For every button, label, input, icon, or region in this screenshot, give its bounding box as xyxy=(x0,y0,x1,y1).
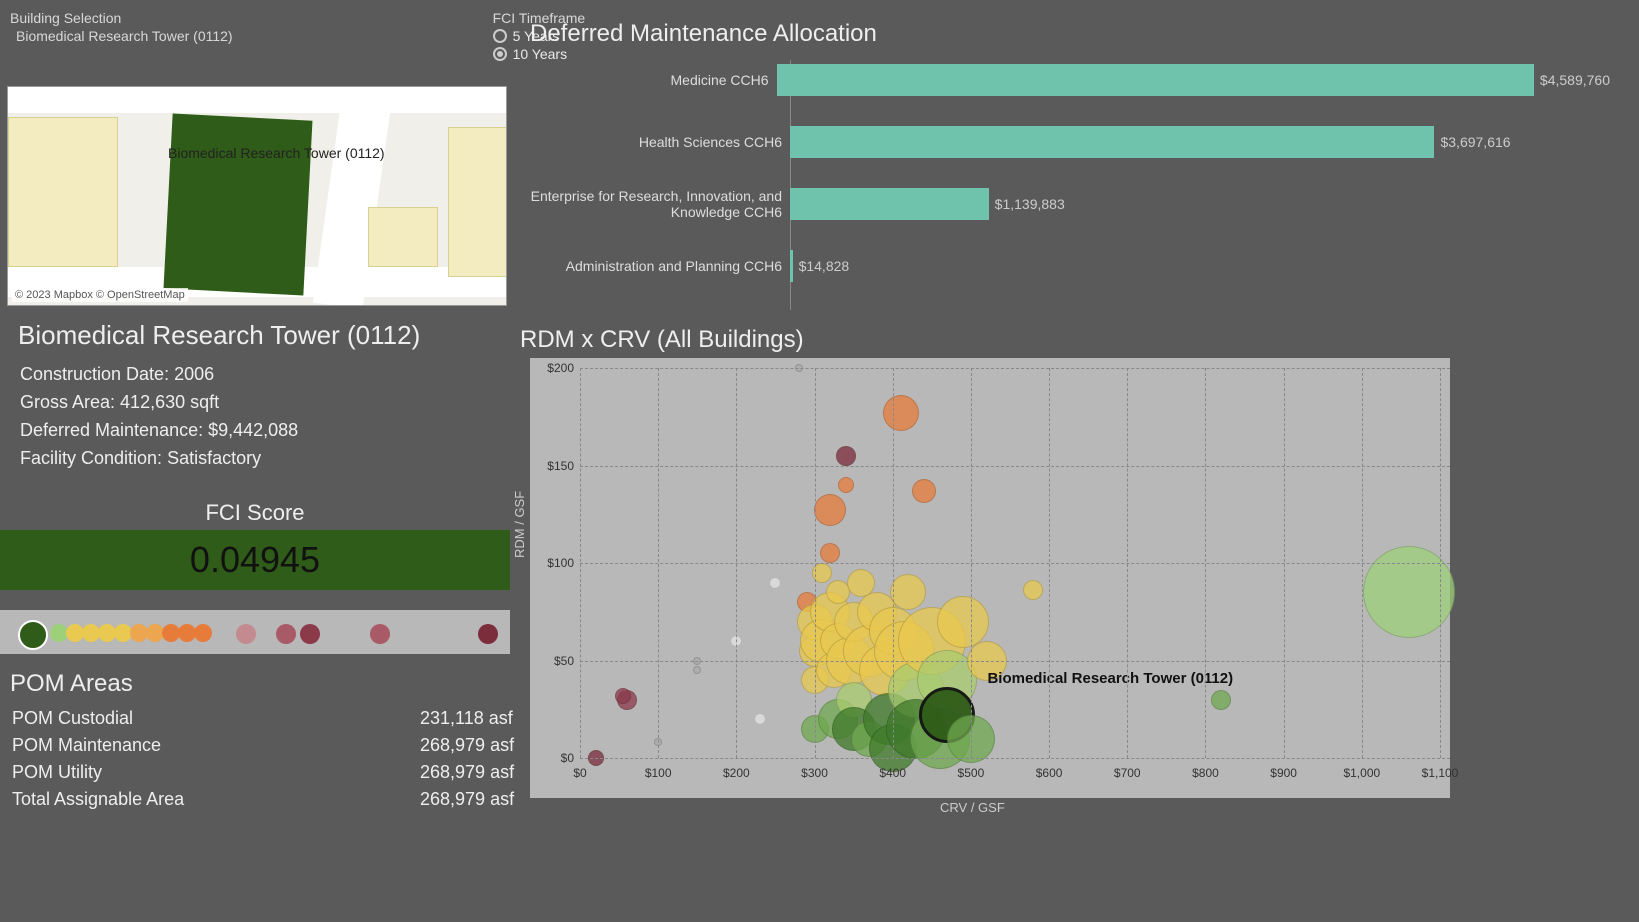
facility-condition-label: Facility Condition: xyxy=(20,448,167,468)
fci-score-bar: 0.04945 xyxy=(0,530,510,590)
pom-row-value: 231,118 asf xyxy=(420,708,513,729)
fci-score-value: 0.04945 xyxy=(190,539,320,581)
dm-allocation-bar xyxy=(790,188,989,220)
scatter-point[interactable] xyxy=(890,574,926,610)
dm-allocation-value: $4,589,760 xyxy=(1534,72,1610,88)
scatter-point[interactable] xyxy=(693,666,701,674)
building-selection[interactable]: Building Selection Biomedical Research T… xyxy=(10,10,233,62)
x-tick-label: $500 xyxy=(958,766,985,780)
radio-icon xyxy=(493,29,507,43)
x-tick-label: $700 xyxy=(1114,766,1141,780)
rdm-crv-scatter[interactable]: Biomedical Research Tower (0112) xyxy=(530,358,1450,798)
pom-row-label: POM Custodial xyxy=(12,708,133,729)
grid-line xyxy=(580,661,1450,662)
pom-row-label: POM Maintenance xyxy=(12,735,161,756)
dm-allocation-row[interactable]: Health Sciences CCH6 $3,697,616 xyxy=(530,122,1610,162)
pom-row-label: Total Assignable Area xyxy=(12,789,184,810)
x-tick-label: $1,000 xyxy=(1343,766,1380,780)
scatter-point[interactable] xyxy=(937,596,989,648)
dm-allocation-value: $3,697,616 xyxy=(1434,134,1510,150)
building-selection-label: Building Selection xyxy=(10,10,233,26)
scatter-point[interactable] xyxy=(814,494,846,526)
fci-distribution-strip[interactable] xyxy=(0,610,510,654)
dm-allocation-row[interactable]: Enterprise for Research, Innovation, and… xyxy=(530,184,1610,224)
fci-score-title: FCI Score xyxy=(0,500,510,526)
x-tick-label: $200 xyxy=(723,766,750,780)
y-tick-label: $150 xyxy=(534,459,574,473)
scatter-point[interactable] xyxy=(883,395,919,431)
y-tick-label: $0 xyxy=(534,751,574,765)
map-building-label: Biomedical Research Tower (0112) xyxy=(168,145,385,161)
y-tick-label: $200 xyxy=(534,361,574,375)
pom-areas-title: POM Areas xyxy=(10,670,133,698)
scatter-x-label: CRV / GSF xyxy=(940,800,1005,815)
x-tick-label: $800 xyxy=(1192,766,1219,780)
grid-line xyxy=(580,758,1450,759)
scatter-point[interactable] xyxy=(836,446,856,466)
dm-allocation-value: $14,828 xyxy=(793,258,850,274)
x-tick-label: $900 xyxy=(1270,766,1297,780)
dm-allocation-category: Administration and Planning CCH6 xyxy=(530,258,790,274)
scatter-point[interactable] xyxy=(769,577,781,589)
dm-allocation-category: Health Sciences CCH6 xyxy=(530,134,790,150)
x-tick-label: $100 xyxy=(645,766,672,780)
x-tick-label: $300 xyxy=(801,766,828,780)
dm-allocation-category: Enterprise for Research, Innovation, and… xyxy=(530,188,790,220)
scatter-point[interactable] xyxy=(912,479,936,503)
gross-area-value: 412,630 sqft xyxy=(120,392,219,412)
scatter-point[interactable] xyxy=(1211,690,1231,710)
y-tick-label: $100 xyxy=(534,556,574,570)
dm-allocation-value: $1,139,883 xyxy=(989,196,1065,212)
pom-row-value: 268,979 asf xyxy=(420,735,514,756)
facility-condition-value: Satisfactory xyxy=(167,448,261,468)
building-title: Biomedical Research Tower (0112) xyxy=(18,320,420,351)
dm-allocation-chart[interactable]: Medicine CCH6 $4,589,760 Health Sciences C… xyxy=(530,60,1610,310)
x-tick-label: $1,100 xyxy=(1422,766,1459,780)
highlighted-building[interactable] xyxy=(164,113,313,295)
scatter-point[interactable] xyxy=(754,713,766,725)
grid-line xyxy=(580,368,1450,369)
dm-allocation-category: Medicine CCH6 xyxy=(530,72,777,88)
dm-allocation-title: Deferred Maintenance Allocation xyxy=(530,20,877,48)
x-tick-label: $600 xyxy=(1036,766,1063,780)
grid-line xyxy=(580,466,1450,467)
dm-allocation-bar xyxy=(777,64,1534,96)
building-map[interactable]: Biomedical Research Tower (0112) © 2023 … xyxy=(7,86,507,306)
scatter-y-label: RDM / GSF xyxy=(512,491,527,558)
dm-allocation-row[interactable]: Medicine CCH6 $4,589,760 xyxy=(530,60,1610,100)
scatter-callout-label: Biomedical Research Tower (0112) xyxy=(987,670,1233,687)
building-facts: Construction Date: 2006 Gross Area: 412,… xyxy=(20,360,298,472)
scatter-point[interactable] xyxy=(838,477,854,493)
x-tick-label: $400 xyxy=(879,766,906,780)
pom-row-value: 268,979 asf xyxy=(420,762,514,783)
scatter-title: RDM x CRV (All Buildings) xyxy=(520,326,804,354)
radio-icon xyxy=(493,47,507,61)
grid-line xyxy=(580,563,1450,564)
x-tick-label: $0 xyxy=(573,766,586,780)
gross-area-label: Gross Area: xyxy=(20,392,120,412)
construction-value: 2006 xyxy=(174,364,214,384)
y-tick-label: $50 xyxy=(534,654,574,668)
deferred-maintenance-value: $9,442,088 xyxy=(208,420,298,440)
dm-allocation-bar xyxy=(790,126,1434,158)
pom-row-value: 268,979 asf xyxy=(420,789,514,810)
deferred-maintenance-label: Deferred Maintenance: xyxy=(20,420,208,440)
map-credit: © 2023 Mapbox © OpenStreetMap xyxy=(12,288,188,302)
scatter-point[interactable] xyxy=(1023,580,1043,600)
construction-label: Construction Date: xyxy=(20,364,174,384)
scatter-point[interactable] xyxy=(820,543,840,563)
building-selection-value: Biomedical Research Tower (0112) xyxy=(10,28,233,44)
scatter-point[interactable] xyxy=(615,688,631,704)
pom-row-label: POM Utility xyxy=(12,762,102,783)
dm-allocation-row[interactable]: Administration and Planning CCH6$14,828 xyxy=(530,246,1610,286)
